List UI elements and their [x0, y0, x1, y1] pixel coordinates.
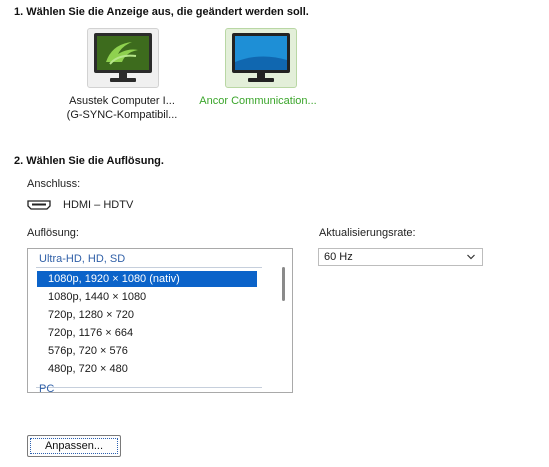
resolution-option[interactable]: 720p, 1280 × 720 — [37, 307, 257, 323]
display-tile-2[interactable] — [225, 28, 297, 88]
chevron-down-icon — [467, 254, 475, 260]
connection-value: HDMI – HDTV — [63, 199, 134, 211]
refresh-rate-value: 60 Hz — [324, 251, 353, 263]
group-divider — [36, 267, 262, 268]
resolution-option-selected[interactable]: 1080p, 1920 × 1080 (nativ) — [37, 271, 257, 287]
nvidia-monitor-icon — [94, 33, 152, 82]
list-group-header-pc: PC — [39, 383, 55, 393]
list-group-header: Ultra-HD, HD, SD — [39, 253, 126, 265]
list-scrollbar[interactable] — [281, 263, 287, 385]
display-2-name: Ancor Communication... — [199, 95, 317, 107]
section1-heading: 1. Wählen Sie die Anzeige aus, die geänd… — [14, 6, 309, 18]
resolution-label: Auflösung: — [27, 227, 79, 239]
resolution-listbox[interactable]: Ultra-HD, HD, SD 1080p, 1920 × 1080 (nat… — [27, 248, 293, 393]
resolution-option[interactable]: 576p, 720 × 576 — [37, 343, 257, 359]
group-divider — [36, 387, 262, 388]
display-1-subtitle: (G-SYNC-Kompatibil... — [66, 109, 178, 121]
connection-label: Anschluss: — [27, 178, 81, 190]
display-tile-1[interactable] — [87, 28, 159, 88]
display-2-caption[interactable]: Ancor Communication... — [196, 94, 320, 108]
display-1-name: Asustek Computer I... — [69, 95, 175, 107]
resolution-option[interactable]: 720p, 1176 × 664 — [37, 325, 257, 341]
hdmi-port-icon — [27, 200, 51, 210]
customize-button-label: Anpassen... — [44, 440, 104, 452]
list-scrollbar-thumb[interactable] — [282, 267, 285, 301]
resolution-option[interactable]: 1080p, 1440 × 1080 — [37, 289, 257, 305]
resolution-option[interactable]: 480p, 720 × 480 — [37, 361, 257, 377]
display-1-caption[interactable]: Asustek Computer I... (G-SYNC-Kompatibil… — [60, 94, 184, 122]
refresh-rate-label: Aktualisierungsrate: — [319, 227, 416, 239]
customize-button[interactable]: Anpassen... — [27, 435, 121, 457]
section2-heading: 2. Wählen Sie die Auflösung. — [14, 155, 164, 167]
refresh-rate-dropdown[interactable]: 60 Hz — [318, 248, 483, 266]
monitor-icon — [232, 33, 290, 82]
